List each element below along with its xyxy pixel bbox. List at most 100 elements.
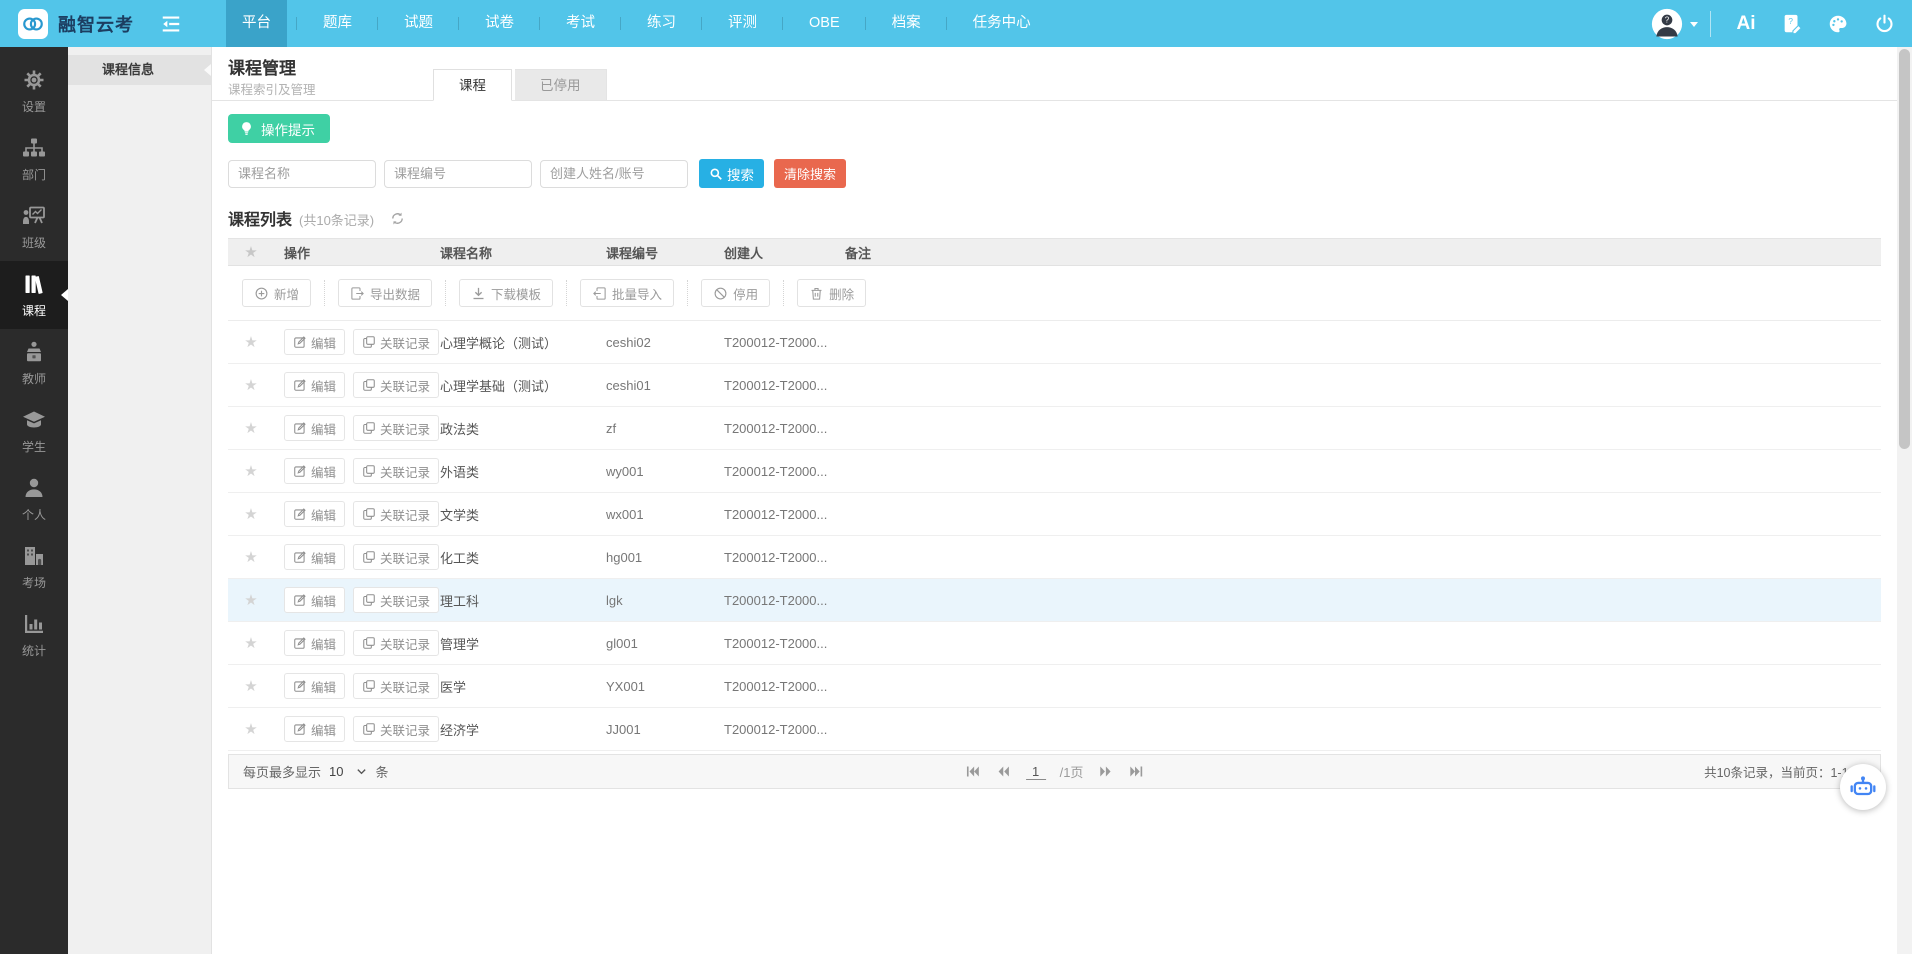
edit-label: 编辑 — [311, 591, 336, 610]
sidebar-item-teacher[interactable]: 教师 — [0, 329, 68, 397]
edit-button[interactable]: 编辑 — [284, 501, 345, 527]
related-records-button[interactable]: 关联记录 — [353, 673, 439, 699]
download-template-button[interactable]: 下载模板 — [459, 279, 553, 307]
sidebar-item-course[interactable]: 课程 — [0, 261, 68, 329]
favorite-star-icon[interactable]: ★ — [228, 677, 274, 695]
nav-item-exams[interactable]: 考试 — [550, 0, 611, 47]
page-size-select[interactable]: 10 — [329, 764, 367, 779]
top-nav: 平台 题库 试题 试卷 考试 练习 评测 OBE 档案 任务中心 — [216, 0, 1057, 47]
table-row[interactable]: ★ 编辑 关联记录 政法类 zf T200012-T2000... — [228, 407, 1881, 450]
user-avatar-menu[interactable] — [1651, 8, 1698, 40]
course-code-input[interactable] — [384, 160, 532, 188]
column-operation: 操作 — [274, 243, 430, 262]
related-records-button[interactable]: 关联记录 — [353, 587, 439, 613]
sidebar-item-department[interactable]: 部门 — [0, 125, 68, 193]
edit-button[interactable]: 编辑 — [284, 587, 345, 613]
next-page-icon[interactable] — [1097, 764, 1114, 779]
scrollbar-thumb[interactable] — [1899, 49, 1910, 449]
related-records-button[interactable]: 关联记录 — [353, 329, 439, 355]
secondary-sidebar: 课程信息 — [68, 47, 212, 954]
last-page-icon[interactable] — [1128, 764, 1145, 779]
nav-item-platform[interactable]: 平台 — [226, 0, 287, 47]
related-records-button[interactable]: 关联记录 — [353, 372, 439, 398]
course-table: ★ 操作 课程名称 课程编号 创建人 备注 新增 导出数据 — [228, 238, 1881, 751]
edit-button[interactable]: 编辑 — [284, 630, 345, 656]
favorite-star-icon[interactable]: ★ — [228, 634, 274, 652]
export-data-button[interactable]: 导出数据 — [338, 279, 432, 307]
nav-item-task-center[interactable]: 任务中心 — [957, 0, 1047, 47]
related-records-button[interactable]: 关联记录 — [353, 501, 439, 527]
table-row-highlighted[interactable]: ★ 编辑 关联记录 理工科 lgk T200012-T2000... — [228, 579, 1881, 622]
first-page-icon[interactable] — [964, 764, 981, 779]
nav-item-papers[interactable]: 试卷 — [469, 0, 530, 47]
tab-disabled[interactable]: 已停用 — [515, 69, 607, 101]
course-code: gl001 — [596, 636, 714, 651]
ai-robot-button[interactable] — [1840, 764, 1886, 810]
favorite-star-icon[interactable]: ★ — [228, 419, 274, 437]
sidebar-item-exam-room[interactable]: 考场 — [0, 533, 68, 601]
nav-item-practice[interactable]: 练习 — [631, 0, 692, 47]
table-row[interactable]: ★ 编辑 关联记录 化工类 hg001 T200012-T2000... — [228, 536, 1881, 579]
course-name-input[interactable] — [228, 160, 376, 188]
table-row[interactable]: ★ 编辑 关联记录 外语类 wy001 T200012-T2000... — [228, 450, 1881, 493]
subsidebar-item-course-info[interactable]: 课程信息 — [68, 55, 211, 85]
edit-button[interactable]: 编辑 — [284, 544, 345, 570]
favorite-star-icon[interactable]: ★ — [228, 333, 274, 351]
logout-button[interactable] — [1872, 11, 1896, 37]
favorite-star-icon[interactable]: ★ — [228, 505, 274, 523]
column-course-code: 课程编号 — [596, 243, 714, 262]
nav-item-obe[interactable]: OBE — [793, 0, 856, 47]
table-row[interactable]: ★ 编辑 关联记录 心理学概论（测试） ceshi02 T200012-T200… — [228, 321, 1881, 364]
ai-assistant-button[interactable]: Ai — [1734, 11, 1758, 37]
related-records-button[interactable]: 关联记录 — [353, 458, 439, 484]
edit-button[interactable]: 编辑 — [284, 372, 345, 398]
search-button[interactable]: 搜索 — [699, 159, 764, 188]
related-records-button[interactable]: 关联记录 — [353, 544, 439, 570]
edit-button[interactable]: 编辑 — [284, 716, 345, 742]
theme-button[interactable] — [1826, 11, 1850, 37]
table-row[interactable]: ★ 编辑 关联记录 医学 YX001 T200012-T2000... — [228, 665, 1881, 708]
collapse-menu-icon[interactable] — [160, 13, 182, 35]
favorite-star-icon[interactable]: ★ — [228, 462, 274, 480]
refresh-icon[interactable] — [390, 211, 405, 226]
related-records-button[interactable]: 关联记录 — [353, 716, 439, 742]
sidebar-item-settings[interactable]: 设置 — [0, 57, 68, 125]
table-row[interactable]: ★ 编辑 关联记录 经济学 JJ001 T200012-T2000... — [228, 708, 1881, 751]
edit-button[interactable]: 编辑 — [284, 415, 345, 441]
sidebar-item-class[interactable]: 班级 — [0, 193, 68, 261]
nav-item-question-bank[interactable]: 题库 — [307, 0, 368, 47]
delete-button[interactable]: 删除 — [797, 279, 866, 307]
import-label: 批量导入 — [612, 284, 662, 303]
related-records-label: 关联记录 — [380, 634, 430, 653]
add-button[interactable]: 新增 — [242, 279, 311, 307]
related-records-button[interactable]: 关联记录 — [353, 415, 439, 441]
favorite-star-icon[interactable]: ★ — [228, 376, 274, 394]
nav-item-questions[interactable]: 试题 — [388, 0, 449, 47]
current-page-input[interactable]: 1 — [1026, 764, 1046, 780]
batch-import-button[interactable]: 批量导入 — [580, 279, 674, 307]
edit-icon — [293, 679, 307, 693]
table-row[interactable]: ★ 编辑 关联记录 心理学基础（测试） ceshi01 T200012-T200… — [228, 364, 1881, 407]
clear-search-button[interactable]: 清除搜索 — [774, 159, 846, 188]
edit-button[interactable]: 编辑 — [284, 673, 345, 699]
favorite-star-icon[interactable]: ★ — [228, 591, 274, 609]
table-row[interactable]: ★ 编辑 关联记录 文学类 wx001 T200012-T2000... — [228, 493, 1881, 536]
sidebar-item-student[interactable]: 学生 — [0, 397, 68, 465]
edit-button[interactable]: 编辑 — [284, 458, 345, 484]
tab-courses[interactable]: 课程 — [433, 69, 512, 101]
favorite-star-icon[interactable]: ★ — [228, 720, 274, 738]
sidebar-item-personal[interactable]: 个人 — [0, 465, 68, 533]
nav-item-archive[interactable]: 档案 — [876, 0, 937, 47]
favorite-star-icon[interactable]: ★ — [228, 548, 274, 566]
operation-hint-button[interactable]: 操作提示 — [228, 114, 330, 143]
nav-item-evaluation[interactable]: 评测 — [712, 0, 773, 47]
previous-page-icon[interactable] — [995, 764, 1012, 779]
creator-input[interactable] — [540, 160, 688, 188]
table-row[interactable]: ★ 编辑 关联记录 管理学 gl001 T200012-T2000... — [228, 622, 1881, 665]
edit-button[interactable]: 编辑 — [284, 329, 345, 355]
disable-button[interactable]: 停用 — [701, 279, 770, 307]
sidebar-item-statistics[interactable]: 统计 — [0, 601, 68, 669]
related-records-button[interactable]: 关联记录 — [353, 630, 439, 656]
add-label: 新增 — [274, 284, 299, 303]
help-doc-button[interactable] — [1780, 11, 1804, 37]
